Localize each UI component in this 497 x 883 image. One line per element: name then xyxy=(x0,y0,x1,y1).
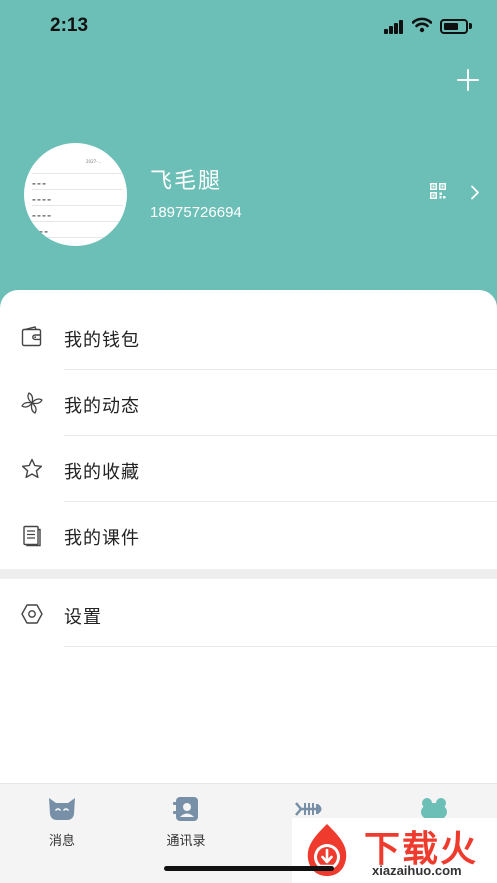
watermark: 下载火 xiazaihuo.com xyxy=(292,818,497,883)
profile-card[interactable]: 2027-... ▬ ▬ ▬ ▬ ▬ ▬ ▬ ▬ ▬ ▬ ▬ ▬ ▬ ▬ 飞毛腿… xyxy=(0,130,497,260)
tab-contacts[interactable]: 通讯录 xyxy=(124,784,248,850)
battery-level xyxy=(444,23,458,30)
wifi-icon xyxy=(412,17,432,33)
hexagon-settings-icon xyxy=(21,604,43,624)
menu-item-settings[interactable]: 设置 xyxy=(0,581,497,647)
home-indicator xyxy=(164,866,334,871)
contacts-book-icon xyxy=(173,797,198,821)
menu-item-favorites[interactable]: 我的收藏 xyxy=(0,436,497,502)
menu-item-wallet[interactable]: 我的钱包 xyxy=(0,304,497,370)
status-time: 2:13 xyxy=(50,15,89,36)
star-icon xyxy=(21,458,43,479)
menu-item-moments[interactable]: 我的动态 xyxy=(0,370,497,436)
menu-item-label: 我的收藏 xyxy=(64,462,140,483)
user-phone: 18975726694 xyxy=(150,204,242,221)
plus-icon[interactable] xyxy=(454,66,482,94)
avatar[interactable]: 2027-... ▬ ▬ ▬ ▬ ▬ ▬ ▬ ▬ ▬ ▬ ▬ ▬ ▬ ▬ xyxy=(24,143,127,246)
battery-cap xyxy=(469,23,472,29)
menu-item-label: 我的动态 xyxy=(64,396,140,417)
watermark-subtitle: xiazaihuo.com xyxy=(372,863,462,878)
menu-item-label: 设置 xyxy=(64,607,102,628)
qr-code-icon[interactable] xyxy=(430,183,446,199)
status-bar: 2:13 xyxy=(0,0,497,54)
pinwheel-icon xyxy=(21,392,43,414)
user-name: 飞毛腿 xyxy=(150,169,223,194)
menu-item-courseware[interactable]: 我的课件 xyxy=(0,502,497,568)
document-icon xyxy=(23,525,41,547)
menu-item-label: 我的课件 xyxy=(64,528,140,549)
divider xyxy=(64,646,497,647)
profile-screen: 2:13 2027-... ▬ ▬ ▬ ▬ ▬ ▬ ▬ ▬ ▬ ▬ ▬ ▬ ▬ … xyxy=(0,0,497,883)
tab-label: 消息 xyxy=(48,834,75,849)
cellular-signal-icon xyxy=(384,20,404,34)
section-divider xyxy=(0,569,497,579)
battery-icon xyxy=(440,19,468,34)
chevron-right-icon[interactable] xyxy=(470,185,480,200)
tab-messages[interactable]: 消息 xyxy=(0,784,124,850)
tab-label: 通讯录 xyxy=(166,834,206,849)
cat-face-icon xyxy=(49,798,75,820)
menu-sheet: 我的钱包 我的动态 我的收藏 我的课件 设置 xyxy=(0,290,497,783)
wallet-icon xyxy=(21,326,42,347)
menu-item-label: 我的钱包 xyxy=(64,330,140,351)
